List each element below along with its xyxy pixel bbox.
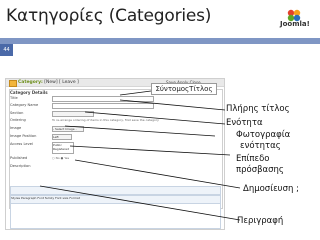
category-extra: [ Leave ] — [59, 80, 79, 85]
label-title: Title — [10, 96, 18, 100]
category-edit-screenshot: Category: [New] [ Leave ] Save Apply Clo… — [5, 78, 225, 230]
section-select[interactable] — [52, 111, 94, 117]
annotation-photo: Φωτογραφία — [236, 130, 291, 140]
details-legend: Category Details — [10, 90, 48, 95]
folder-icon — [9, 80, 17, 87]
editor-toolbar-top[interactable] — [10, 186, 221, 202]
joomla-logo-icon — [287, 9, 301, 22]
published-radios[interactable]: ○ No ● Yes — [52, 156, 69, 160]
label-published: Published — [10, 156, 28, 160]
published-yes[interactable]: Yes — [64, 156, 69, 160]
category-label: Category: — [18, 80, 43, 85]
access-option-registered[interactable]: Registered — [53, 147, 73, 151]
published-no[interactable]: No — [56, 156, 60, 160]
description-editor[interactable] — [10, 203, 221, 229]
label-description: Description — [10, 164, 31, 168]
title-input[interactable] — [52, 96, 154, 102]
joomla-logo: Joomla! — [264, 3, 318, 35]
annotation-full-title: Πλήρης τίτλος — [226, 104, 290, 114]
image-select[interactable]: - Select Image - — [52, 126, 84, 132]
annotation-description: Περιγραφή — [237, 216, 284, 226]
image-position-select[interactable]: Left — [52, 134, 72, 140]
alias-input[interactable] — [52, 103, 154, 109]
label-access-level: Access Level — [10, 142, 33, 146]
ordering-hint: To re-arrange ordering of items in this … — [52, 118, 159, 122]
label-ordering: Ordering — [10, 118, 26, 122]
annotation-section: Ενότητα — [226, 118, 263, 128]
label-section: Section — [10, 111, 24, 115]
annotation-alias: ΣύντομοςΤίτλος — [151, 83, 217, 95]
annotation-level: Επίπεδο — [236, 154, 270, 164]
logo-text: Joomla! — [280, 20, 310, 28]
annotation-photo-section: ενότητας — [240, 141, 281, 151]
category-new: [New] — [44, 80, 58, 85]
slide-title: Κατηγορίες (Categories) — [6, 6, 212, 26]
label-image: Image — [10, 126, 22, 130]
annotation-publish: Δημοσίευση ; — [243, 184, 299, 194]
access-level-list[interactable]: Public Registered — [52, 142, 74, 154]
label-image-position: Image Position — [10, 134, 37, 138]
category-header: Category: [New] [ Leave ] — [18, 80, 79, 85]
header-divider — [0, 38, 320, 44]
annotation-access: πρόσβασης — [236, 165, 284, 175]
label-category-name: Category Name — [10, 103, 39, 107]
page-number: 44 — [0, 44, 13, 56]
